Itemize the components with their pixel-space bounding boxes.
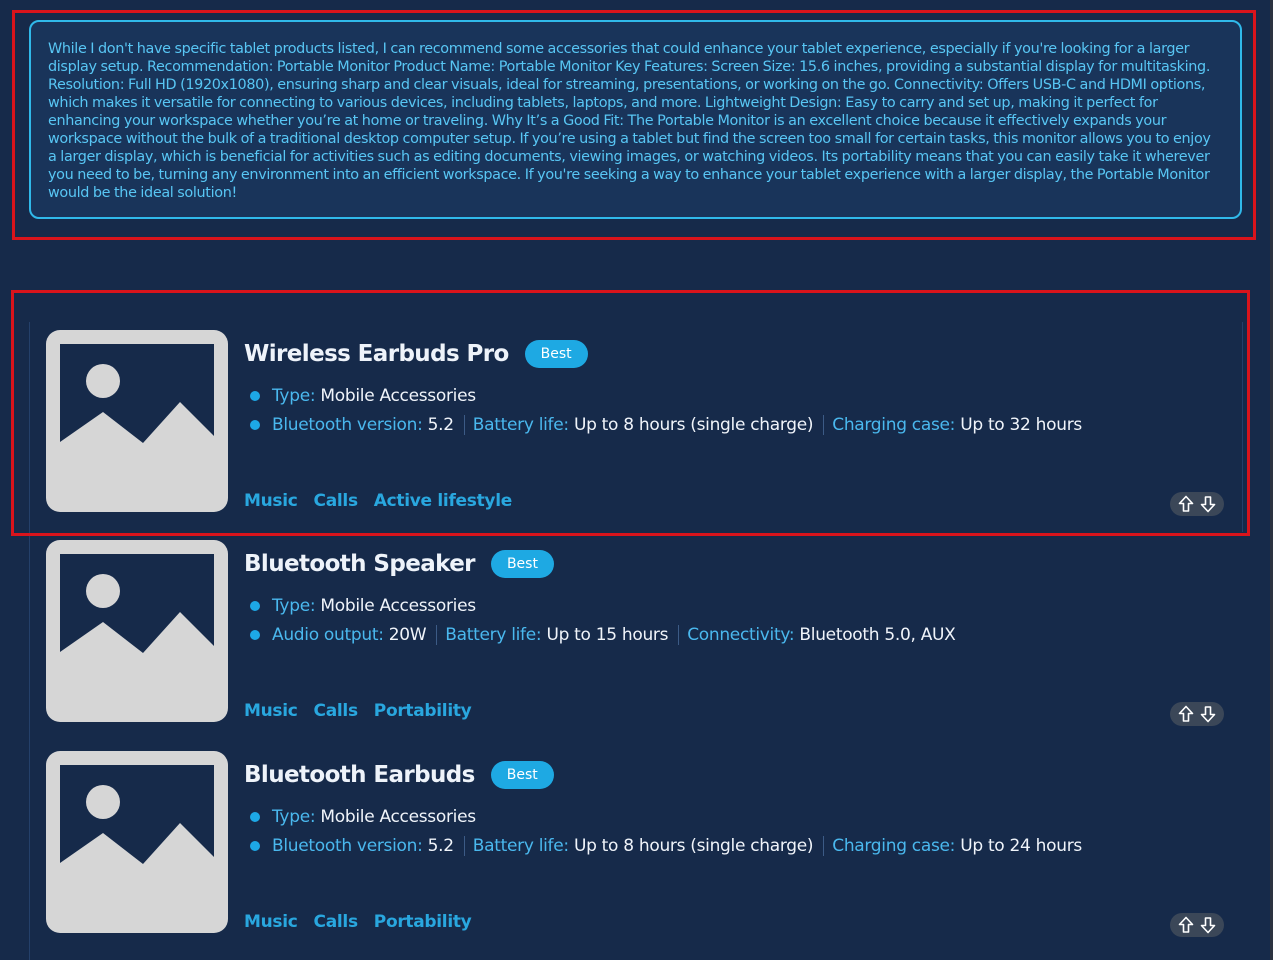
product-type-line: Type: Mobile Accessories xyxy=(250,805,476,829)
best-badge: Best xyxy=(490,550,554,578)
vote-controls xyxy=(1170,913,1224,937)
tag-link[interactable]: Portability xyxy=(374,701,472,721)
highlight-frame-product xyxy=(11,290,1250,536)
image-placeholder-icon xyxy=(46,751,228,933)
product-title[interactable]: Bluetooth Earbuds xyxy=(244,762,475,788)
product-type-line: Type: Mobile Accessories xyxy=(250,594,476,618)
product-card[interactable]: Bluetooth Earbuds Best Type: Mobile Acce… xyxy=(46,751,1226,937)
arrow-up-icon[interactable] xyxy=(1178,705,1194,723)
spec-divider xyxy=(463,836,465,856)
product-title[interactable]: Bluetooth Speaker xyxy=(244,551,476,577)
arrow-up-icon[interactable] xyxy=(1178,916,1194,934)
bullet-icon xyxy=(250,601,260,611)
spec-value: 5.2 xyxy=(427,836,454,856)
chat-page: While I don't have specific tablet produ… xyxy=(0,0,1273,960)
spec-value: Mobile Accessories xyxy=(320,807,476,827)
spec-divider xyxy=(823,836,825,856)
tag-link[interactable]: Calls xyxy=(314,701,359,721)
product-specs-line: Audio output: 20W Battery life: Up to 15… xyxy=(250,623,956,647)
product-tags: Music Calls Portability xyxy=(244,701,487,721)
spec-value: Up to 24 hours xyxy=(960,836,1082,856)
spec-value: Mobile Accessories xyxy=(320,596,476,616)
spec-value: 20W xyxy=(388,625,427,645)
bullet-icon xyxy=(250,812,260,822)
assistant-message-text: While I don't have specific tablet produ… xyxy=(48,41,1211,201)
spec-value: Bluetooth 5.0, AUX xyxy=(799,625,956,645)
bullet-icon xyxy=(250,630,260,640)
spec-label: Connectivity: xyxy=(687,625,795,645)
spec-label: Battery life: xyxy=(472,836,569,856)
arrow-down-icon[interactable] xyxy=(1200,705,1216,723)
spec-divider xyxy=(678,625,680,645)
tag-link[interactable]: Portability xyxy=(374,912,472,932)
spec-value: Up to 15 hours xyxy=(546,625,669,645)
tag-link[interactable]: Music xyxy=(244,912,298,932)
spec-label: Charging case: xyxy=(832,836,956,856)
image-placeholder-icon xyxy=(46,540,228,722)
tag-link[interactable]: Calls xyxy=(314,912,359,932)
product-title-row: Bluetooth Earbuds Best xyxy=(244,759,554,791)
spec-divider xyxy=(436,625,438,645)
assistant-message: While I don't have specific tablet produ… xyxy=(29,20,1242,219)
product-card[interactable]: Bluetooth Speaker Best Type: Mobile Acce… xyxy=(46,540,1226,726)
vote-controls xyxy=(1170,702,1224,726)
arrow-down-icon[interactable] xyxy=(1200,916,1216,934)
spec-label: Audio output: xyxy=(272,625,384,645)
spec-label: Type: xyxy=(272,807,316,827)
product-specs-line: Bluetooth version: 5.2 Battery life: Up … xyxy=(250,834,1082,858)
product-title-row: Bluetooth Speaker Best xyxy=(244,548,554,580)
best-badge: Best xyxy=(490,761,554,789)
spec-label: Battery life: xyxy=(445,625,542,645)
spec-label: Bluetooth version: xyxy=(272,836,423,856)
spec-label: Type: xyxy=(272,596,316,616)
product-tags: Music Calls Portability xyxy=(244,912,487,932)
bullet-icon xyxy=(250,841,260,851)
spec-value: Up to 8 hours (single charge) xyxy=(573,836,814,856)
tag-link[interactable]: Music xyxy=(244,701,298,721)
